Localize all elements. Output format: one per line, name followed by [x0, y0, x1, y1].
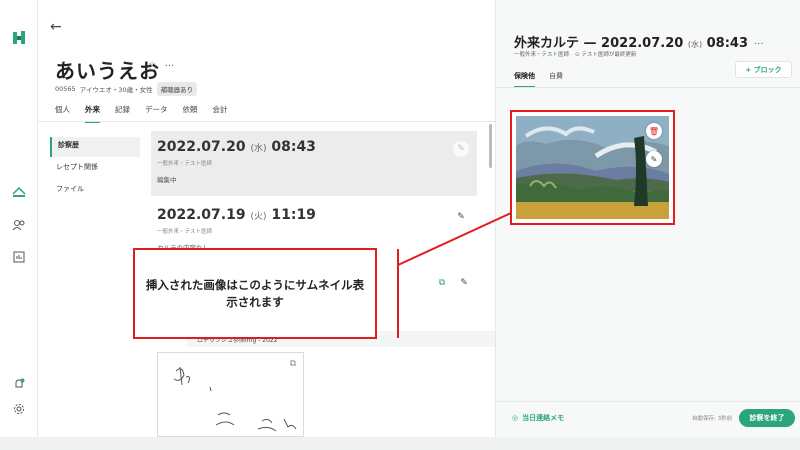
chart-icon[interactable] [11, 249, 27, 265]
users-icon[interactable] [11, 217, 27, 233]
karte-tabs-divider [496, 87, 800, 88]
autosave-status: 自動保存: 3秒前 [692, 416, 733, 422]
record-actions: ⧉ ✎ [434, 275, 472, 291]
image-thumbnail-frame: 🗑 ✎ [510, 110, 675, 225]
memo-icon: ◎ [512, 414, 519, 422]
handwriting-image: ⧉ [157, 352, 304, 437]
delete-icon[interactable]: 🗑 [646, 123, 662, 139]
tabs-divider [38, 121, 495, 122]
subnav-item-receipt[interactable]: レセプト関係 [50, 159, 140, 179]
karte-panel: 外来カルテ — 2022.07.20 (水) 08:43 ··· 一般外来・テスト… [495, 0, 800, 437]
karte-updated: ⊙ テスト医師が最終更新 [575, 52, 637, 58]
karte-subtitle: 一般外来・テスト医師 ⊙ テスト医師が最終更新 [514, 50, 636, 58]
hearing-aid-badge: 補聴器あり [156, 82, 198, 96]
karte-tabs: 保険他 自費 [514, 71, 563, 88]
app-logo-icon[interactable] [11, 30, 27, 46]
record-note: 編集中 [157, 176, 177, 184]
record-date: 2022.07.20 (水) 08:43 [157, 139, 316, 155]
copy-icon[interactable]: ⧉ [434, 275, 450, 291]
pencil-icon[interactable]: ✎ [453, 141, 469, 157]
annotation-callout: 挿入された画像はこのようにサムネイル表示されます [133, 248, 377, 339]
comment-icon[interactable]: ◌ [148, 61, 157, 72]
bell-icon[interactable] [11, 376, 27, 392]
copy-icon[interactable]: ⧉ [290, 359, 296, 369]
subnav-item-history[interactable]: 診察歴 [50, 137, 140, 157]
pencil-icon[interactable]: ✎ [646, 151, 662, 167]
handwriting-strokes [173, 366, 297, 432]
left-rail [0, 0, 38, 437]
tab-self-pay[interactable]: 自費 [549, 71, 563, 88]
patient-actions: ◌ ··· [148, 61, 174, 72]
more-icon[interactable]: ··· [165, 61, 175, 72]
tab-insurance[interactable]: 保険他 [514, 71, 535, 88]
home-icon[interactable] [11, 184, 27, 200]
add-block-button[interactable]: + ブロック [735, 61, 792, 78]
subnav-item-files[interactable]: ファイル [50, 181, 140, 201]
image-thumbnail[interactable]: 🗑 ✎ [516, 116, 669, 219]
pencil-icon[interactable]: ✎ [453, 209, 469, 225]
patient-id: 00565 [55, 85, 76, 93]
record-subtitle: 一般外来・テスト医師 [157, 161, 213, 167]
app-window: ← あいうえお ◌ ··· 00565 アイウエオ・30歳・女性 補聴器あり 個… [0, 0, 800, 437]
subnav: 診察歴 レセプト関係 ファイル [50, 137, 140, 203]
karte-title: 外来カルテ — 2022.07.20 (水) 08:43 ··· [514, 36, 764, 51]
end-consultation-button[interactable]: 診察を終了 [739, 409, 795, 427]
record-subtitle: 一般外来・テスト医師 [157, 229, 213, 235]
patient-kana-age-sex: アイウエオ・30歳・女性 [79, 86, 153, 94]
patient-info: 00565 アイウエオ・30歳・女性 補聴器あり [55, 82, 198, 96]
footer-divider [496, 401, 800, 402]
patient-name: あいうえお [55, 59, 160, 83]
more-icon[interactable]: ··· [754, 39, 764, 50]
arrow-left-icon[interactable]: ← [50, 19, 62, 35]
daily-memo-link[interactable]: ◎ 当日連絡メモ [512, 413, 564, 423]
karte-dept: 一般外来・テスト医師 [514, 52, 570, 58]
record-item[interactable]: 2022.07.20 (水) 08:43 一般外来・テスト医師 編集中 ✎ [151, 131, 477, 196]
callout-divider [397, 249, 399, 338]
record-list-scrollbar[interactable] [489, 124, 492, 168]
gear-icon[interactable] [11, 401, 27, 417]
pencil-icon[interactable]: ✎ [456, 275, 472, 291]
record-date: 2022.07.19 (火) 11:19 [157, 207, 316, 223]
